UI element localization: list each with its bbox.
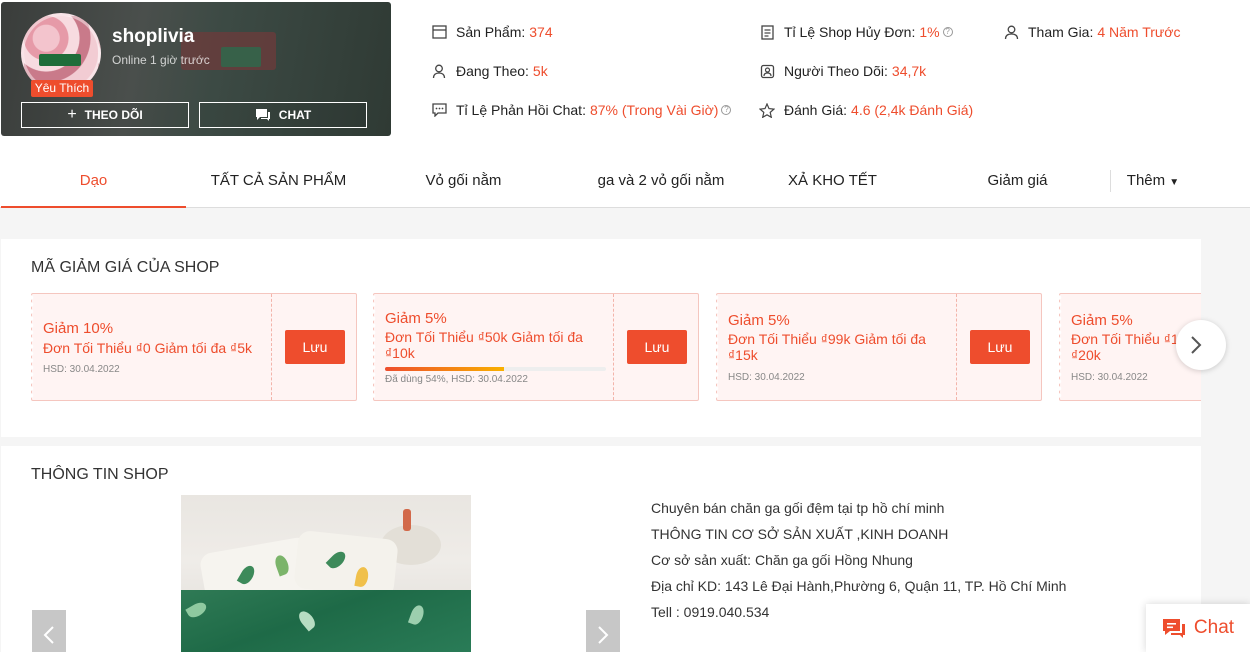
follow-button[interactable]: + THEO DÕI xyxy=(21,102,189,128)
voucher-card: Giảm 10% Đơn Tối Thiểu ₫0 Giảm tối đa ₫5… xyxy=(31,293,357,401)
photo-prev-button[interactable] xyxy=(32,610,66,652)
section-title: THÔNG TIN SHOP xyxy=(31,466,169,483)
photo-next-button[interactable] xyxy=(586,610,620,652)
stat-value: 4 Năm Trước xyxy=(1097,24,1181,40)
stat-label: Tỉ Lệ Phản Hồi Chat: xyxy=(456,102,586,118)
caret-down-icon: ▼ xyxy=(1169,177,1180,188)
tab-clearance[interactable]: XẢ KHO TẾT xyxy=(740,158,925,208)
section-title: MÃ GIẢM GIÁ CỦA SHOP xyxy=(31,259,220,276)
stat-rating: Đánh Giá: 4.6 (2,4k Đánh Giá) xyxy=(758,101,973,119)
chat-bubble-icon xyxy=(430,101,448,119)
help-icon[interactable]: ? xyxy=(721,105,732,115)
follow-label: THEO DÕI xyxy=(84,108,143,122)
nav-divider xyxy=(1110,170,1111,192)
shop-info-section: THÔNG TIN SHOP Chuyên bán chăn ga gối đệ… xyxy=(1,446,1201,652)
stat-value: 1% xyxy=(919,24,940,40)
tab-sheet-sets[interactable]: ga và 2 vỏ gối nằm xyxy=(556,158,766,208)
floating-chat-button[interactable]: Chat xyxy=(1146,604,1250,652)
voucher-expiry: Đã dùng 54%, HSD: 30.04.2022 xyxy=(385,374,528,385)
voucher-expiry: HSD: 30.04.2022 xyxy=(728,372,805,383)
shop-nav: Dạo TẤT CẢ SẢN PHẨM Vỏ gối nằm ga và 2 v… xyxy=(0,158,1250,208)
chat-button[interactable]: CHAT xyxy=(199,102,367,128)
stat-products: Sản Phẩm: 374 xyxy=(430,23,553,41)
voucher-title: Giảm 5% xyxy=(728,312,790,329)
stat-label: Đánh Giá: xyxy=(784,102,848,118)
info-line: Địa chỉ KD: 143 Lê Đại Hành,Phường 6, Qu… xyxy=(651,578,1067,594)
voucher-desc: Đơn Tối Thiểu ₫1 ₫20k xyxy=(1071,331,1179,363)
followers-icon xyxy=(758,62,776,80)
banner-decoration xyxy=(221,47,261,67)
info-line: THÔNG TIN CƠ SỞ SẢN XUẤT ,KINH DOANH xyxy=(651,526,949,542)
stat-value: 4.6 (2,4k Đánh Giá) xyxy=(851,102,974,118)
voucher-desc: Đơn Tối Thiểu ₫50k Giảm tối đa ₫10k xyxy=(385,329,583,361)
shop-card: Yêu Thích shoplivia Online 1 giờ trước +… xyxy=(1,2,391,136)
online-status: Online 1 giờ trước xyxy=(112,53,210,67)
chat-label: CHAT xyxy=(278,108,312,122)
voucher-desc: Đơn Tối Thiểu ₫99k Giảm tối đa ₫15k xyxy=(728,331,926,363)
stat-response-rate: Tỉ Lệ Phản Hồi Chat: 87% (Trong Vài Giờ) … xyxy=(430,101,732,119)
info-line: Cơ sở sản xuất: Chăn ga gối Hồng Nhung xyxy=(651,552,913,568)
plus-icon: + xyxy=(67,106,77,123)
more-label: Thêm xyxy=(1126,172,1166,189)
user-add-icon xyxy=(430,62,448,80)
help-icon[interactable]: ? xyxy=(942,27,953,37)
star-icon xyxy=(758,101,776,119)
shop-header: Yêu Thích shoplivia Online 1 giờ trước +… xyxy=(0,0,1250,208)
save-voucher-button[interactable]: Lưu xyxy=(285,330,345,364)
stat-cancel-rate: Tỉ Lệ Shop Hủy Đơn: 1% ? xyxy=(758,23,953,41)
user-icon xyxy=(1002,23,1020,41)
info-line: Chuyên bán chăn ga gối đệm tại tp hồ chí… xyxy=(651,500,945,516)
store-icon xyxy=(430,23,448,41)
voucher-card: Giảm 5% Đơn Tối Thiểu ₫99k Giảm tối đa ₫… xyxy=(716,293,1042,401)
tab-more[interactable]: Thêm ▼ xyxy=(1118,158,1188,208)
save-voucher-button[interactable]: Lưu xyxy=(970,330,1030,364)
stat-label: Tỉ Lệ Shop Hủy Đơn: xyxy=(784,24,916,40)
voucher-title: Giảm 10% xyxy=(43,320,114,337)
stat-followers: Người Theo Dõi: 34,7k xyxy=(758,62,926,80)
stat-label: Người Theo Dõi: xyxy=(784,63,888,79)
info-line: Tell : 0919.040.534 xyxy=(651,604,770,620)
favorite-badge: Yêu Thích xyxy=(31,80,93,97)
floating-chat-label: Chat xyxy=(1193,617,1235,638)
tab-all-products[interactable]: TẤT CẢ SẢN PHẨM xyxy=(186,158,371,208)
stat-following: Đang Theo: 5k xyxy=(430,62,548,80)
voucher-usage-bar xyxy=(385,367,606,371)
stat-value: 5k xyxy=(532,63,548,79)
chevron-right-icon xyxy=(1191,336,1202,354)
voucher-next-button[interactable] xyxy=(1176,320,1226,370)
chevron-left-icon xyxy=(43,626,54,644)
voucher-card: Giảm 5% Đơn Tối Thiểu ₫50k Giảm tối đa ₫… xyxy=(373,293,699,401)
shop-photo xyxy=(181,495,471,652)
voucher-title: Giảm 5% xyxy=(1071,312,1133,329)
chat-icon xyxy=(1162,619,1185,638)
stat-value: 87% (Trong Vài Giờ) xyxy=(589,102,719,118)
chevron-right-icon xyxy=(598,626,609,644)
voucher-expiry: HSD: 30.04.2022 xyxy=(1071,372,1148,383)
stat-joined: Tham Gia: 4 Năm Trước xyxy=(1002,23,1180,41)
chat-icon xyxy=(255,109,270,121)
shop-name: shoplivia xyxy=(112,26,195,47)
receipt-icon xyxy=(758,23,776,41)
save-voucher-button[interactable]: Lưu xyxy=(627,330,687,364)
voucher-expiry: HSD: 30.04.2022 xyxy=(43,364,120,375)
stat-label: Đang Theo: xyxy=(456,63,529,79)
voucher-usage-fill xyxy=(385,367,505,371)
tab-dao[interactable]: Dạo xyxy=(1,158,186,208)
voucher-title: Giảm 5% xyxy=(385,310,447,327)
stat-value: 34,7k xyxy=(891,63,927,79)
stat-label: Sản Phẩm: xyxy=(456,24,526,40)
voucher-section: MÃ GIẢM GIÁ CỦA SHOP Giảm 10% Đơn Tối Th… xyxy=(1,239,1201,437)
stat-value: 374 xyxy=(529,24,553,40)
tab-pillowcases[interactable]: Vỏ gối nằm xyxy=(371,158,556,208)
voucher-desc: Đơn Tối Thiểu ₫0 Giảm tối đa ₫5k xyxy=(43,340,253,356)
tab-sale[interactable]: Giảm giá xyxy=(925,158,1110,208)
stat-label: Tham Gia: xyxy=(1028,24,1094,40)
